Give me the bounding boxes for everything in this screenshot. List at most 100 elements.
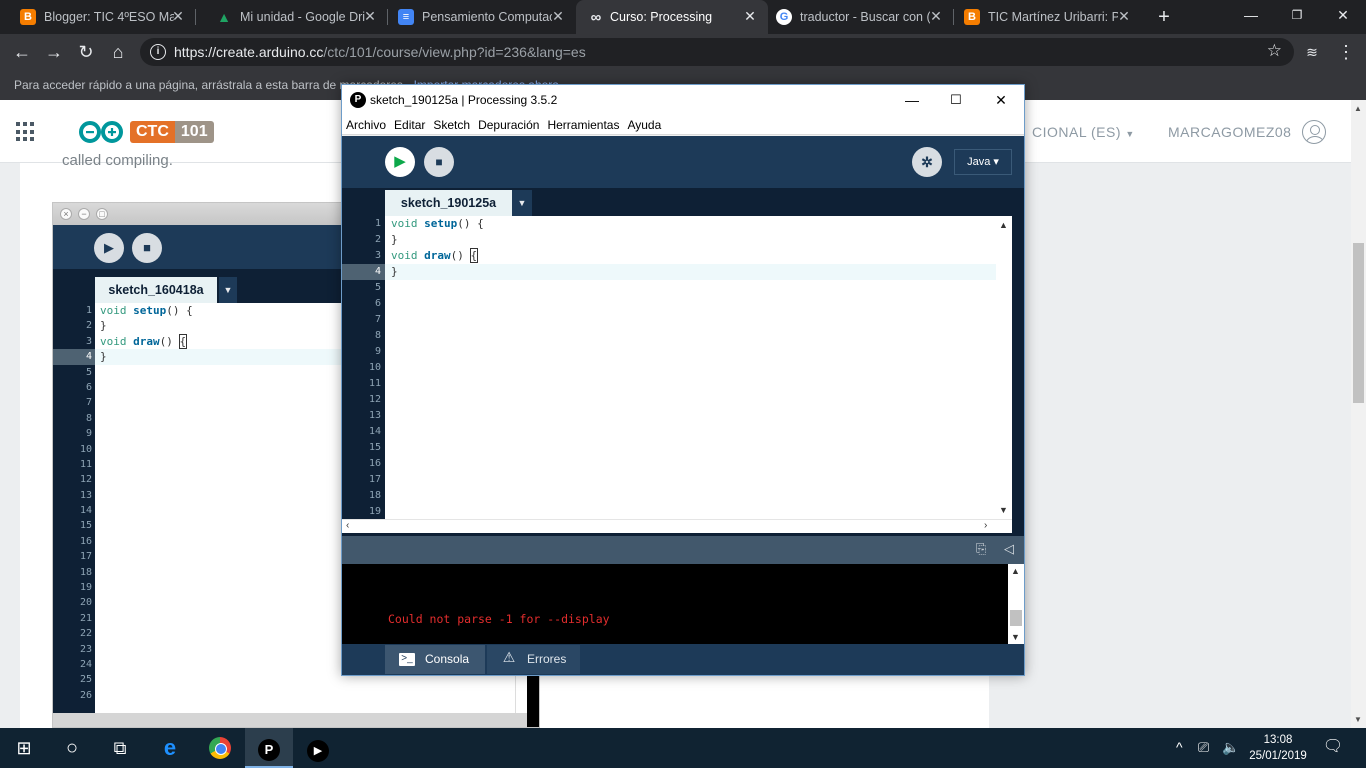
editor-vertical-scrollbar[interactable]: ▲ ▼	[996, 216, 1012, 519]
minimize-icon[interactable]: —	[889, 85, 935, 115]
address-bar[interactable]: i https://create.arduino.cc/ctc/101/cour…	[140, 38, 1294, 66]
restore-icon[interactable]: ❐	[1274, 0, 1320, 30]
screenshot-bottom	[53, 713, 539, 727]
avatar[interactable]	[1302, 120, 1326, 144]
code-editor[interactable]: void setup() { } void draw() { }	[385, 216, 1012, 519]
close-window-icon[interactable]: ✕	[1320, 0, 1366, 30]
menu-ayuda[interactable]: Ayuda	[623, 115, 665, 132]
close-tab-icon[interactable]: ✕	[170, 8, 186, 24]
close-tab-icon[interactable]: ✕	[742, 8, 758, 24]
menu-herramientas[interactable]: Herramientas	[543, 115, 623, 132]
scroll-left-icon[interactable]: ‹	[346, 520, 349, 531]
chevron-down-icon[interactable]: ▼	[512, 190, 532, 216]
menu-archivo[interactable]: Archivo	[342, 115, 390, 132]
menu-editar[interactable]: Editar	[390, 115, 429, 132]
scrollbar-thumb[interactable]	[1010, 610, 1022, 626]
processing-logo-icon: P	[350, 92, 366, 108]
page-scrollbar[interactable]: ▲ ▼	[1351, 100, 1366, 728]
editor-horizontal-scrollbar[interactable]: ‹ ›	[342, 519, 1012, 533]
start-windows-icon[interactable]: ⊞	[0, 728, 48, 768]
menu-depuracion[interactable]: Depuración	[474, 115, 543, 132]
browser-tab-blogger[interactable]: B Blogger: TIC 4ºESO Ma ✕	[0, 0, 196, 34]
collapse-console-icon[interactable]: ◁	[1004, 541, 1014, 557]
line-number: 9	[374, 346, 381, 357]
tab-errors[interactable]: ⚠ Errores	[487, 645, 580, 674]
notifications-icon[interactable]: 🗨	[1318, 736, 1348, 760]
tab-title: Pensamiento Computac	[422, 10, 552, 24]
mode-selector[interactable]: Java ▾	[954, 149, 1012, 175]
browser-tab-tic-blog[interactable]: B TIC Martínez Uribarri: P ✕	[954, 0, 1142, 34]
line-number: 8	[374, 330, 381, 341]
reload-icon[interactable]: ↻	[72, 38, 100, 66]
site-info-icon[interactable]: i	[150, 44, 166, 60]
browser-tab-strip: B Blogger: TIC 4ºESO Ma ✕ ▲ Mi unidad - …	[0, 0, 1366, 34]
scroll-up-icon[interactable]: ▲	[1011, 566, 1020, 576]
menu-sketch[interactable]: Sketch	[429, 115, 474, 132]
tab-console[interactable]: >_ Consola	[385, 645, 485, 674]
new-tab-button[interactable]: +	[1153, 6, 1175, 28]
close-tab-icon[interactable]: ✕	[928, 8, 944, 24]
browser-toolbar: ← → ↻ ⌂ i https://create.arduino.cc/ctc/…	[0, 34, 1366, 70]
chrome-icon[interactable]	[196, 728, 244, 768]
volume-icon[interactable]: 🔈	[1222, 739, 1239, 756]
copy-console-icon[interactable]: ⎘	[976, 541, 986, 557]
language-menu[interactable]: CIONAL (ES) ▼	[1032, 124, 1135, 140]
google-icon: G	[776, 9, 792, 25]
console-panel[interactable]: Could not parse -1 for --display ▲ ▼	[342, 564, 1024, 644]
url-path: /ctc/101/course/view.php?id=236&lang=es	[323, 44, 586, 60]
scroll-down-icon[interactable]: ▼	[999, 505, 1008, 515]
google-drive-icon: ▲	[217, 9, 231, 25]
line-number: 17	[368, 474, 381, 485]
bookmark-star-icon[interactable]: ☆	[1267, 41, 1282, 61]
window-title: sketch_190125a | Processing 3.5.2	[370, 93, 558, 107]
scroll-down-icon[interactable]: ▼	[1354, 715, 1362, 724]
line-number: 13	[79, 489, 92, 501]
back-icon[interactable]: ←	[8, 38, 36, 66]
clock[interactable]: 13:08 25/01/2019	[1246, 732, 1310, 764]
scroll-up-icon[interactable]: ▲	[1354, 104, 1362, 113]
search-cortana-icon[interactable]: ○	[48, 728, 96, 768]
apps-grid-icon[interactable]	[16, 122, 36, 142]
console-divider[interactable]: ⎘ ◁	[342, 536, 1024, 564]
sketch-tab[interactable]: sketch_190125a	[385, 190, 512, 216]
processing-toolbar: ▶ ■ ✲ Java ▾	[342, 136, 1024, 188]
line-number: 7	[374, 314, 381, 325]
home-icon[interactable]: ⌂	[104, 38, 132, 66]
close-icon[interactable]: ✕	[978, 85, 1024, 115]
line-number: 14	[368, 426, 381, 437]
task-view-icon[interactable]: ⧉	[96, 728, 144, 768]
forward-icon[interactable]: →	[40, 38, 68, 66]
show-hidden-icons-icon[interactable]: ^	[1176, 739, 1183, 755]
run-button[interactable]: ▶	[385, 147, 415, 177]
line-number: 2	[374, 234, 381, 245]
editor-edge	[1012, 216, 1024, 533]
browser-tab-translator[interactable]: G traductor - Buscar con ( ✕	[768, 0, 954, 34]
browser-tab-docs[interactable]: ≡ Pensamiento Computac ✕	[388, 0, 576, 34]
edge-icon[interactable]: e	[146, 728, 194, 768]
line-number: 15	[79, 520, 92, 532]
console-scrollbar[interactable]: ▲ ▼	[1008, 564, 1024, 644]
arduino-logo-icon	[79, 121, 123, 143]
processing-taskbar-icon[interactable]: P	[245, 728, 293, 768]
browser-tab-processing-course[interactable]: ∞ Curso: Processing ✕	[576, 0, 768, 34]
scroll-down-icon[interactable]: ▼	[1011, 632, 1020, 642]
close-tab-icon[interactable]: ✕	[1116, 8, 1132, 24]
close-tab-icon[interactable]: ✕	[550, 8, 566, 24]
processing-titlebar[interactable]: P sketch_190125a | Processing 3.5.2 — ☐ …	[342, 85, 1024, 115]
close-tab-icon[interactable]: ✕	[362, 8, 378, 24]
user-menu[interactable]: MARCAGOMEZ08	[1168, 124, 1291, 140]
stop-button[interactable]: ■	[424, 147, 454, 177]
scrollbar-thumb[interactable]	[1353, 243, 1364, 403]
browser-tab-drive[interactable]: ▲ Mi unidad - Google Dri ✕	[196, 0, 388, 34]
network-icon[interactable]: ⎚	[1198, 739, 1209, 756]
debug-button[interactable]: ✲	[912, 147, 942, 177]
logo-ctc: CTC	[130, 121, 175, 143]
reading-list-icon[interactable]: ≋	[1298, 38, 1326, 66]
ctc-logo[interactable]: CTC 101	[76, 119, 214, 145]
scroll-up-icon[interactable]: ▲	[999, 220, 1008, 230]
minimize-icon[interactable]: —	[1228, 0, 1274, 30]
scroll-right-icon[interactable]: ›	[984, 520, 987, 531]
menu-icon[interactable]: ⋮	[1332, 38, 1360, 66]
maximize-icon[interactable]: ☐	[933, 85, 979, 115]
media-player-icon[interactable]: ▶	[294, 728, 342, 768]
